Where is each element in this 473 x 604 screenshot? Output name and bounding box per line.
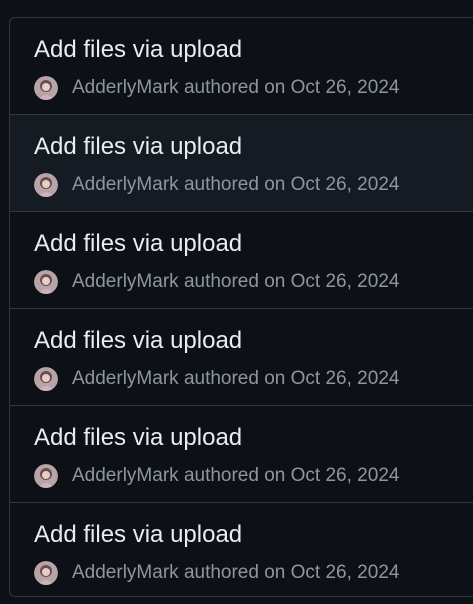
commit-date: Oct 26, 2024 <box>290 368 400 389</box>
commit-date: Oct 26, 2024 <box>290 271 400 292</box>
commit-meta: AdderlyMark authored on Oct 26, 2024 <box>34 464 399 488</box>
commit-meta-text: AdderlyMark authored on Oct 26, 2024 <box>72 464 399 488</box>
commit-title-link[interactable]: Add files via upload <box>34 133 242 161</box>
author-avatar[interactable] <box>34 173 58 197</box>
author-name-link[interactable]: AdderlyMark <box>72 174 179 195</box>
commit-row[interactable]: Add files via upload AdderlyMark authore… <box>10 115 473 212</box>
commit-meta-text: AdderlyMark authored on Oct 26, 2024 <box>72 173 399 197</box>
authored-label: authored <box>183 368 259 389</box>
commit-row[interactable]: Add files via upload AdderlyMark authore… <box>10 212 473 309</box>
commit-row[interactable]: Add files via upload AdderlyMark authore… <box>10 503 473 596</box>
commit-row[interactable]: Add files via upload AdderlyMark authore… <box>10 406 473 503</box>
commit-meta-text: AdderlyMark authored on Oct 26, 2024 <box>72 76 399 100</box>
author-avatar[interactable] <box>34 270 58 294</box>
date-prefix: on <box>264 174 286 195</box>
commit-date: Oct 26, 2024 <box>290 174 400 195</box>
commit-list: Add files via upload AdderlyMark authore… <box>9 17 473 597</box>
author-name-link[interactable]: AdderlyMark <box>72 271 179 292</box>
authored-label: authored <box>183 465 259 486</box>
authored-label: authored <box>183 562 259 583</box>
commit-meta-text: AdderlyMark authored on Oct 26, 2024 <box>72 270 399 294</box>
commit-date: Oct 26, 2024 <box>290 562 400 583</box>
authored-label: authored <box>183 271 259 292</box>
commit-meta-text: AdderlyMark authored on Oct 26, 2024 <box>72 561 399 585</box>
commit-meta: AdderlyMark authored on Oct 26, 2024 <box>34 76 399 100</box>
commit-title-link[interactable]: Add files via upload <box>34 327 242 355</box>
date-prefix: on <box>264 271 286 292</box>
author-name-link[interactable]: AdderlyMark <box>72 368 179 389</box>
commit-title-link[interactable]: Add files via upload <box>34 36 242 64</box>
commit-date: Oct 26, 2024 <box>290 77 400 98</box>
date-prefix: on <box>264 562 286 583</box>
commit-meta: AdderlyMark authored on Oct 26, 2024 <box>34 367 399 391</box>
author-avatar[interactable] <box>34 76 58 100</box>
commit-row[interactable]: Add files via upload AdderlyMark authore… <box>10 18 473 115</box>
date-prefix: on <box>264 465 286 486</box>
commit-row[interactable]: Add files via upload AdderlyMark authore… <box>10 309 473 406</box>
author-avatar[interactable] <box>34 367 58 391</box>
author-avatar[interactable] <box>34 561 58 585</box>
commit-date: Oct 26, 2024 <box>290 465 400 486</box>
authored-label: authored <box>183 174 259 195</box>
authored-label: authored <box>183 77 259 98</box>
commit-meta: AdderlyMark authored on Oct 26, 2024 <box>34 173 399 197</box>
author-name-link[interactable]: AdderlyMark <box>72 562 179 583</box>
commit-meta: AdderlyMark authored on Oct 26, 2024 <box>34 270 399 294</box>
commit-title-link[interactable]: Add files via upload <box>34 521 242 549</box>
author-name-link[interactable]: AdderlyMark <box>72 77 179 98</box>
date-prefix: on <box>264 368 286 389</box>
commit-title-link[interactable]: Add files via upload <box>34 424 242 452</box>
commit-meta: AdderlyMark authored on Oct 26, 2024 <box>34 561 399 585</box>
commit-title-link[interactable]: Add files via upload <box>34 230 242 258</box>
author-name-link[interactable]: AdderlyMark <box>72 465 179 486</box>
commit-meta-text: AdderlyMark authored on Oct 26, 2024 <box>72 367 399 391</box>
author-avatar[interactable] <box>34 464 58 488</box>
date-prefix: on <box>264 77 286 98</box>
